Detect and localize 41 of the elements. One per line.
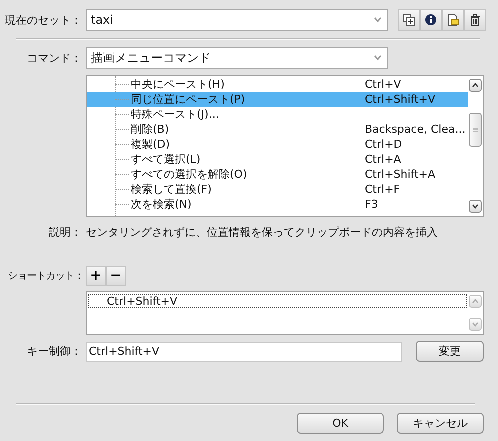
command-name: すべて選択(L) xyxy=(131,152,202,167)
remove-button[interactable]: − xyxy=(106,266,126,286)
dropdown[interactable]: 描画メニューコマンド xyxy=(86,47,388,69)
shortcut-text: Backspace, Clea... xyxy=(365,123,466,136)
shortcut-text: Ctrl+A xyxy=(365,153,402,166)
command-row[interactable]: すべての選択を解除(O) Ctrl+Shift+A xyxy=(87,167,468,182)
command-name: 特殊ペースト(J)... xyxy=(131,107,220,122)
command-name: 中央にペースト(H) xyxy=(131,77,226,92)
change-button[interactable]: 変更 xyxy=(416,341,484,362)
field-label: キー制御： xyxy=(26,344,83,359)
shortcut-text: Ctrl+D xyxy=(365,138,402,151)
command-row[interactable]: 検索して置換(F) Ctrl+F xyxy=(87,182,468,197)
command-name: 複製(D) xyxy=(131,137,172,152)
cancel-button[interactable]: キャンセル xyxy=(397,413,484,434)
description-text: センタリングされずに、位置情報を保ってクリップボードの内容を挿入 xyxy=(86,225,438,240)
shortcut-text: Ctrl+Shift+V xyxy=(365,93,436,106)
command-row[interactable]: 複製(D) Ctrl+D xyxy=(87,137,468,152)
key-input-field[interactable]: Ctrl+Shift+V xyxy=(86,342,402,362)
shortcut-text: Ctrl+V xyxy=(365,78,402,91)
command-row[interactable]: すべて選択(L) Ctrl+A xyxy=(87,152,468,167)
command-row[interactable]: 次を検索(N) F3 xyxy=(87,197,468,212)
command-name: 検索して置換(F) xyxy=(131,182,213,197)
shortcut-text: Ctrl+Shift+A xyxy=(365,168,436,181)
dropdown[interactable]: taxi xyxy=(86,9,388,31)
field-label: 説明： xyxy=(48,225,83,240)
ok-button[interactable]: OK xyxy=(297,413,384,434)
shortcut-row[interactable]: Ctrl+Shift+V xyxy=(88,294,467,308)
command-row[interactable]: 中央にペースト(H) Ctrl+V xyxy=(87,77,468,92)
command-row[interactable]: 特殊ペースト(J)... xyxy=(87,107,468,122)
command-row[interactable]: 削除(B) Backspace, Clea... xyxy=(87,122,468,137)
command-row[interactable]: 同じ位置にペースト(P) Ctrl+Shift+V xyxy=(87,92,468,107)
add-button[interactable]: + xyxy=(86,266,106,286)
field-label: 現在のセット： xyxy=(4,12,83,28)
command-name: 次を検索(N) xyxy=(131,197,193,212)
command-name: すべての選択を解除(O) xyxy=(131,167,248,182)
command-name: 削除(B) xyxy=(131,122,170,137)
field-label: コマンド： xyxy=(26,50,83,66)
shortcut-text: Ctrl+F xyxy=(365,183,400,196)
shortcut-text: F3 xyxy=(365,198,378,211)
command-name: 同じ位置にペースト(P) xyxy=(131,92,246,107)
field-label: ショートカット： xyxy=(7,270,85,283)
